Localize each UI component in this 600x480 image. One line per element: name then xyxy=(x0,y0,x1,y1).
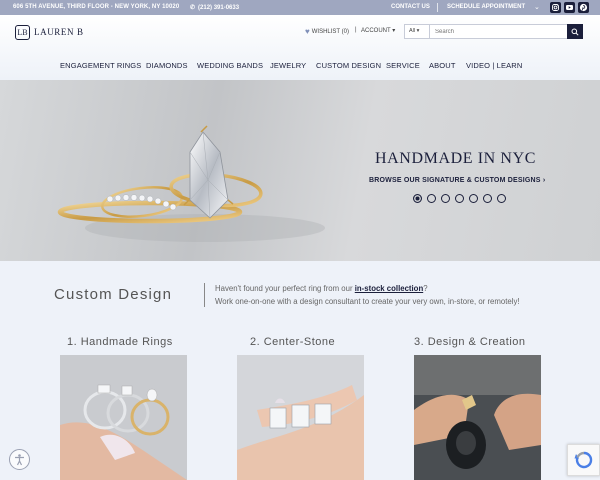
chevron-down-icon[interactable]: ⌄ xyxy=(534,3,540,11)
recaptcha-icon xyxy=(574,451,592,469)
carousel-dot[interactable] xyxy=(483,194,492,203)
search-input[interactable] xyxy=(430,25,567,38)
accessibility-icon xyxy=(15,454,24,466)
top-bar: 606 5TH AVENUE, THIRD FLOOR - NEW YORK, … xyxy=(0,0,600,15)
wishlist-link[interactable]: ♥ WISHLIST (0) xyxy=(305,27,349,36)
phone-icon: ✆ xyxy=(190,5,196,11)
description-text: Haven't found your perfect ring from our xyxy=(215,284,355,293)
nav-diamonds[interactable]: DIAMONDS xyxy=(146,61,188,70)
section-description: Haven't found your perfect ring from our… xyxy=(215,283,535,308)
accessibility-button[interactable] xyxy=(9,449,30,470)
step-title-design-creation: 3. Design & Creation xyxy=(414,336,526,348)
account-menu[interactable]: ACCOUNT ▾ xyxy=(361,27,395,34)
step-title-center-stone: 2. Center-Stone xyxy=(250,336,336,348)
nav-wedding-bands[interactable]: WEDDING BANDS xyxy=(197,61,263,70)
carousel-dot[interactable] xyxy=(455,194,464,203)
search-category-select[interactable]: All ▾ xyxy=(405,25,430,38)
nav-jewelry[interactable]: JEWELRY xyxy=(270,61,306,70)
hero-title: HANDMADE IN NYC xyxy=(375,150,536,167)
hero-banner[interactable]: HANDMADE IN NYC BROWSE OUR SIGNATURE & C… xyxy=(0,80,600,261)
carousel-dots xyxy=(413,194,506,203)
youtube-icon[interactable] xyxy=(564,2,575,13)
account-label: ACCOUNT xyxy=(361,28,391,34)
carousel-dot[interactable] xyxy=(413,194,422,203)
search-button[interactable] xyxy=(567,24,583,39)
chevron-right-icon: › xyxy=(542,177,546,184)
carousel-dot[interactable] xyxy=(441,194,450,203)
search-icon xyxy=(571,28,579,36)
logo-mark: LB xyxy=(15,24,30,40)
center-stone-photo xyxy=(237,355,364,480)
handmade-rings-photo xyxy=(60,355,187,480)
logo-text: LAUREN B xyxy=(34,27,84,37)
contact-us-link[interactable]: CONTACT US xyxy=(391,4,430,10)
caret-down-icon: ▾ xyxy=(390,28,396,34)
pinterest-icon[interactable] xyxy=(578,2,589,13)
description-text-end: ? xyxy=(423,284,428,293)
hero-subtitle-label: BROWSE OUR SIGNATURE & CUSTOM DESIGNS xyxy=(369,177,541,184)
site-header: LB LAUREN B ♥ WISHLIST (0) | ACCOUNT ▾ A… xyxy=(0,15,600,80)
nav-video-learn[interactable]: VIDEO | LEARN xyxy=(466,61,522,70)
section-title: Custom Design xyxy=(54,286,173,303)
search-bar: All ▾ xyxy=(404,24,583,39)
center-stone-image[interactable] xyxy=(237,355,364,480)
in-stock-collection-link[interactable]: in-stock collection xyxy=(355,284,423,293)
custom-design-section: Custom Design Haven't found your perfect… xyxy=(0,261,600,480)
site-logo[interactable]: LB LAUREN B xyxy=(15,24,84,40)
carousel-dot[interactable] xyxy=(469,194,478,203)
step-title-handmade: 1. Handmade Rings xyxy=(67,336,173,348)
phone-link[interactable]: ✆ (212) 391-0633 xyxy=(190,4,239,11)
hero-subtitle-link[interactable]: BROWSE OUR SIGNATURE & CUSTOM DESIGNS › xyxy=(369,177,545,184)
nav-engagement-rings[interactable]: ENGAGEMENT RINGS xyxy=(60,61,141,70)
instagram-icon[interactable] xyxy=(550,2,561,13)
handmade-rings-image[interactable] xyxy=(60,355,187,480)
carousel-dot[interactable] xyxy=(497,194,506,203)
heart-icon: ♥ xyxy=(305,27,310,36)
design-creation-photo xyxy=(414,355,541,480)
topbar-divider xyxy=(437,3,438,12)
carousel-dot[interactable] xyxy=(427,194,436,203)
wishlist-label: WISHLIST (0) xyxy=(311,28,349,35)
phone-number: (212) 391-0633 xyxy=(198,5,240,11)
store-address: 606 5TH AVENUE, THIRD FLOOR - NEW YORK, … xyxy=(13,4,180,10)
caret-down-icon: ▾ xyxy=(416,28,420,34)
description-line-2: Work one-on-one with a design consultant… xyxy=(215,296,520,306)
search-category-value: All xyxy=(409,28,416,34)
hero-rings-image xyxy=(57,125,325,242)
nav-about[interactable]: ABOUT xyxy=(429,61,456,70)
design-creation-image[interactable] xyxy=(414,355,541,480)
nav-custom-design[interactable]: CUSTOM DESIGN xyxy=(316,61,381,70)
recaptcha-badge[interactable] xyxy=(567,444,600,476)
header-separator: | xyxy=(355,27,357,33)
section-divider xyxy=(204,283,205,307)
nav-service[interactable]: SERVICE xyxy=(386,61,420,70)
schedule-appointment-link[interactable]: SCHEDULE APPOINTMENT xyxy=(447,4,525,10)
